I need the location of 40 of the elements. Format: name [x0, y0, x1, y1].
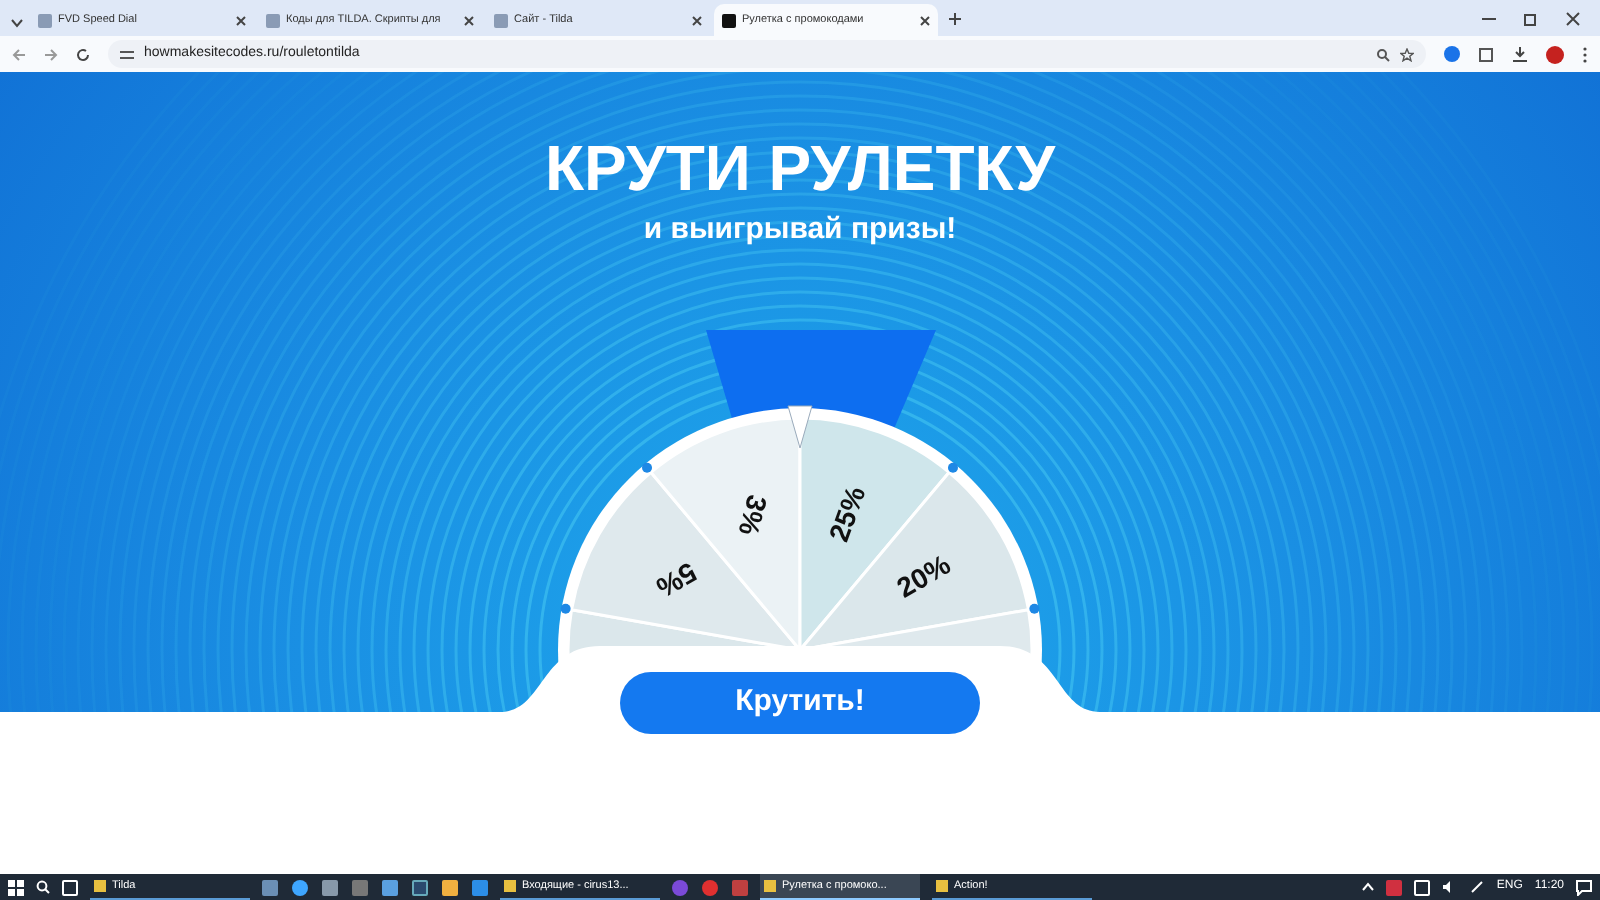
close-icon[interactable] — [1566, 11, 1580, 25]
tray-app-icon[interactable] — [1386, 879, 1403, 895]
pointer-icon — [787, 405, 813, 449]
hero-subtitle: и выигрывай призы! — [643, 212, 957, 248]
prize-label: 5% — [651, 556, 703, 605]
start-icon[interactable] — [8, 879, 24, 895]
star-icon[interactable] — [1400, 47, 1414, 61]
app-icon — [94, 880, 106, 892]
tray-caret-icon[interactable] — [1362, 882, 1375, 892]
notifications-icon[interactable] — [1576, 879, 1592, 895]
menu-icon[interactable] — [1582, 45, 1588, 63]
site-settings-icon[interactable] — [120, 47, 134, 61]
reload-icon[interactable] — [76, 47, 90, 61]
hero-title: КРУТИ РУЛЕТКУ — [545, 132, 1055, 204]
search-icon[interactable] — [36, 880, 50, 894]
app-icon — [764, 880, 776, 892]
task-view-icon[interactable] — [62, 879, 78, 895]
zoom-icon[interactable] — [1376, 47, 1390, 61]
favicon-icon — [722, 13, 736, 27]
spin-button[interactable]: Крутить! — [620, 672, 980, 734]
app-icon — [936, 880, 948, 892]
close-icon[interactable] — [692, 15, 702, 25]
prize-label: 3% — [732, 491, 774, 540]
download-icon[interactable] — [1512, 46, 1528, 62]
prize-label: 25% — [822, 482, 872, 546]
new-tab-icon[interactable] — [948, 11, 962, 25]
favicon-icon — [494, 13, 508, 27]
close-icon[interactable] — [920, 15, 930, 25]
close-icon[interactable] — [464, 15, 474, 25]
back-icon[interactable] — [12, 47, 26, 61]
favicon-icon — [38, 13, 52, 27]
favicon-icon — [266, 13, 280, 27]
app-icon — [504, 880, 516, 892]
forward-icon[interactable] — [44, 47, 58, 61]
close-icon[interactable] — [236, 15, 246, 25]
restore-icon[interactable] — [1524, 11, 1538, 25]
code-editor-icon[interactable] — [472, 879, 488, 895]
extension-icon[interactable] — [1444, 46, 1460, 62]
prize-label: 20% — [891, 547, 956, 604]
profile-avatar[interactable] — [1546, 45, 1564, 63]
